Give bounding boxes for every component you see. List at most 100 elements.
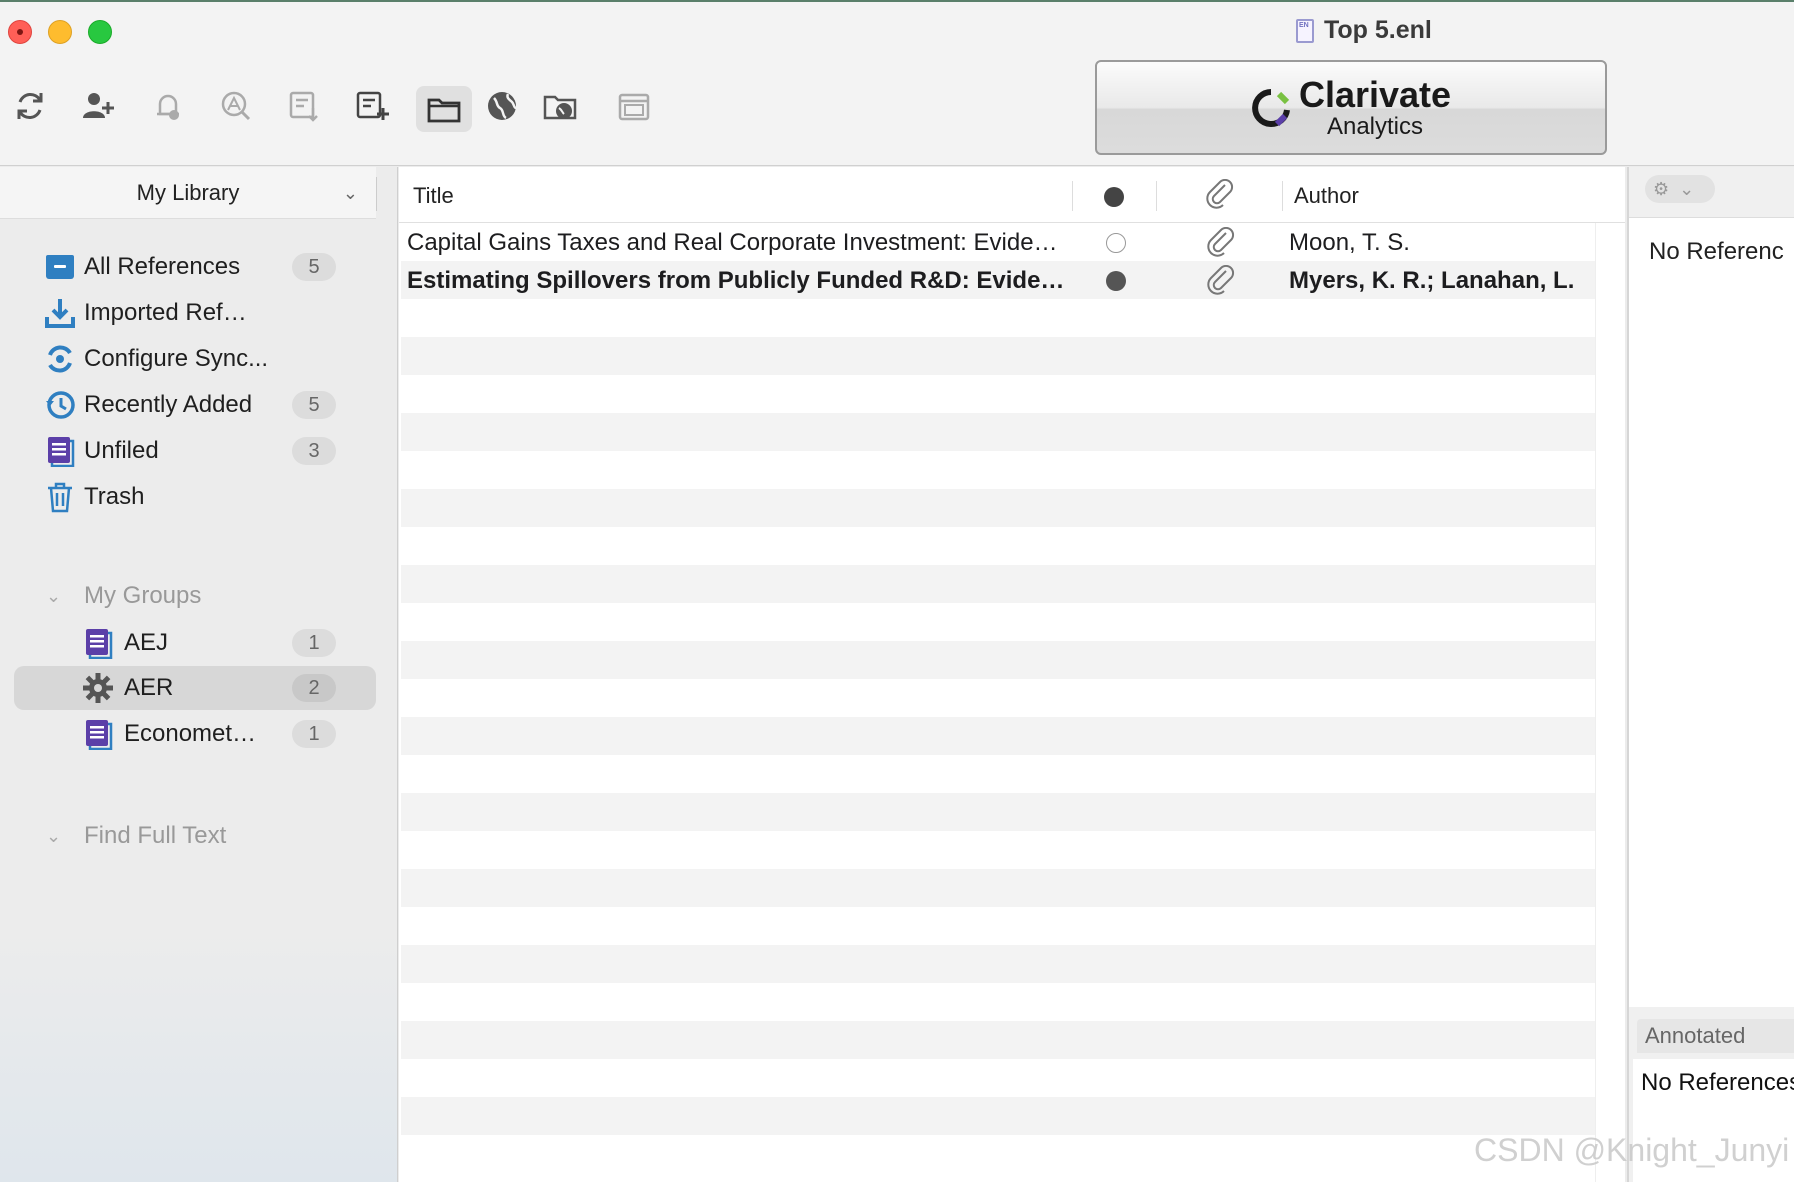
sidebar-group-aej[interactable]: AEJ 1 — [14, 621, 376, 665]
clarivate-logo-icon — [1252, 88, 1290, 127]
clarivate-sub-text: Analytics — [1326, 112, 1424, 140]
sidebar-item-label: AER — [124, 674, 174, 701]
local-folder-button[interactable] — [416, 86, 472, 132]
column-header-author[interactable]: Author — [1294, 183, 1359, 209]
reference-title: Capital Gains Taxes and Real Corporate I… — [407, 229, 1058, 256]
my-groups-label: My Groups — [84, 582, 202, 609]
sidebar-item-all-references[interactable]: All References 5 — [14, 245, 376, 289]
window-toolbar: Top 5.enl — [0, 0, 1794, 166]
reference-title: Estimating Spillovers from Publicly Fund… — [407, 267, 1065, 294]
empty-row — [401, 869, 1595, 907]
empty-row — [401, 1059, 1595, 1097]
unfiled-icon — [44, 435, 76, 467]
new-reference-icon — [356, 91, 389, 120]
maximize-window-button[interactable] — [88, 20, 112, 44]
chevron-down-icon: ⌄ — [46, 825, 62, 846]
library-selector[interactable]: My Library ⌄ — [0, 167, 376, 219]
empty-row — [401, 717, 1595, 755]
count-badge: 1 — [292, 720, 336, 748]
sidebar-divider — [376, 177, 377, 211]
sidebar-item-label: Recently Added — [84, 391, 253, 418]
column-separator[interactable] — [1156, 181, 1157, 211]
sidebar-item-label: Unfiled — [84, 437, 159, 464]
empty-row — [401, 831, 1595, 869]
minimize-window-button[interactable] — [48, 20, 72, 44]
empty-row — [401, 1097, 1595, 1135]
unread-status-icon[interactable] — [1106, 271, 1126, 291]
sidebar-item-label: Imported Ref… — [84, 299, 247, 326]
sidebar-item-trash[interactable]: Trash — [14, 475, 376, 519]
table-row[interactable]: Estimating Spillovers from Publicly Fund… — [401, 261, 1595, 299]
find-full-text-header[interactable]: ⌄ Find Full Text — [46, 822, 227, 850]
empty-row — [401, 945, 1595, 983]
sidebar-group-econometrica[interactable]: Economet… 1 — [14, 712, 376, 756]
sidebar-group-aer[interactable]: AER 2 — [14, 666, 376, 710]
read-status-icon[interactable] — [1106, 233, 1126, 253]
online-library-button[interactable] — [538, 84, 582, 128]
empty-row — [401, 413, 1595, 451]
column-header-read-status-icon[interactable] — [1104, 187, 1124, 207]
import-button[interactable] — [282, 84, 326, 128]
empty-row — [401, 641, 1595, 679]
sidebar-item-configure-sync[interactable]: Configure Sync... — [14, 337, 376, 381]
annotated-header[interactable]: Annotated — [1637, 1019, 1794, 1053]
new-reference-button[interactable] — [350, 84, 394, 128]
all-references-icon — [44, 251, 76, 283]
empty-row — [401, 755, 1595, 793]
library-file-icon — [1296, 18, 1314, 43]
sidebar-item-label: Trash — [84, 483, 145, 510]
clarivate-banner[interactable]: Clarivate Analytics — [1095, 60, 1607, 155]
chevron-down-icon: ⌄ — [1679, 178, 1695, 199]
sidebar-item-label: Configure Sync... — [84, 345, 269, 372]
count-badge: 3 — [292, 437, 336, 465]
panel-settings-button[interactable]: ⚙ ⌄ — [1645, 175, 1715, 203]
empty-row — [401, 489, 1595, 527]
column-header-attachment[interactable] — [1205, 178, 1235, 215]
notification-button[interactable] — [146, 84, 190, 128]
table-row[interactable]: Capital Gains Taxes and Real Corporate I… — [401, 223, 1595, 261]
my-groups-header[interactable]: ⌄ My Groups — [46, 582, 202, 610]
find-pdf-button[interactable] — [214, 84, 258, 128]
online-search-button[interactable] — [480, 84, 524, 128]
preview-panel-icon — [618, 93, 650, 121]
annotated-empty-text: No References — [1641, 1069, 1794, 1096]
watermark: CSDN @Knight_Junyi — [1474, 1132, 1790, 1168]
reference-rows: Capital Gains Taxes and Real Corporate I… — [401, 223, 1595, 1173]
reference-panel: ⚙ ⌄ No Referenc Annotated No References — [1627, 167, 1794, 1182]
column-separator[interactable] — [1282, 181, 1283, 211]
sidebar-item-label: All References — [84, 253, 241, 280]
reference-author: Moon, T. S. — [1289, 229, 1410, 256]
empty-row — [401, 451, 1595, 489]
paperclip-icon — [1206, 178, 1234, 209]
add-user-icon — [83, 93, 114, 118]
empty-row — [401, 793, 1595, 831]
find-full-text-label: Find Full Text — [84, 822, 227, 849]
empty-row — [401, 603, 1595, 641]
imported-icon — [44, 297, 76, 329]
empty-row — [401, 1135, 1595, 1173]
column-separator[interactable] — [1072, 181, 1073, 211]
preview-panel-button[interactable] — [612, 84, 656, 128]
trash-icon — [44, 481, 76, 513]
chevron-down-icon: ⌄ — [342, 183, 358, 203]
paperclip-icon[interactable] — [1206, 265, 1236, 295]
close-window-button[interactable] — [8, 20, 32, 44]
sidebar-item-recently-added[interactable]: Recently Added 5 — [14, 383, 376, 427]
empty-row — [401, 527, 1595, 565]
column-header-title[interactable]: Title — [413, 183, 454, 209]
sync-button[interactable] — [8, 84, 52, 128]
sidebar-item-unfiled[interactable]: Unfiled 3 — [14, 429, 376, 473]
library-selector-label: My Library — [136, 179, 240, 205]
reference-list: Title Author Capital Gains Taxes and Rea… — [399, 167, 1625, 1182]
add-user-button[interactable] — [76, 84, 120, 128]
notification-icon — [157, 94, 179, 120]
sidebar-item-label: Economet… — [124, 720, 257, 747]
sidebar: My Library ⌄ All References 5 Imported R… — [0, 167, 398, 1182]
window-title: Top 5.enl — [1296, 16, 1432, 45]
list-scroll-gutter[interactable] — [1595, 223, 1625, 1182]
empty-row — [401, 679, 1595, 717]
annotated-label: Annotated — [1645, 1023, 1746, 1048]
sidebar-item-imported-references[interactable]: Imported Ref… — [14, 291, 376, 335]
globe-icon — [488, 92, 517, 120]
paperclip-icon[interactable] — [1206, 227, 1236, 257]
